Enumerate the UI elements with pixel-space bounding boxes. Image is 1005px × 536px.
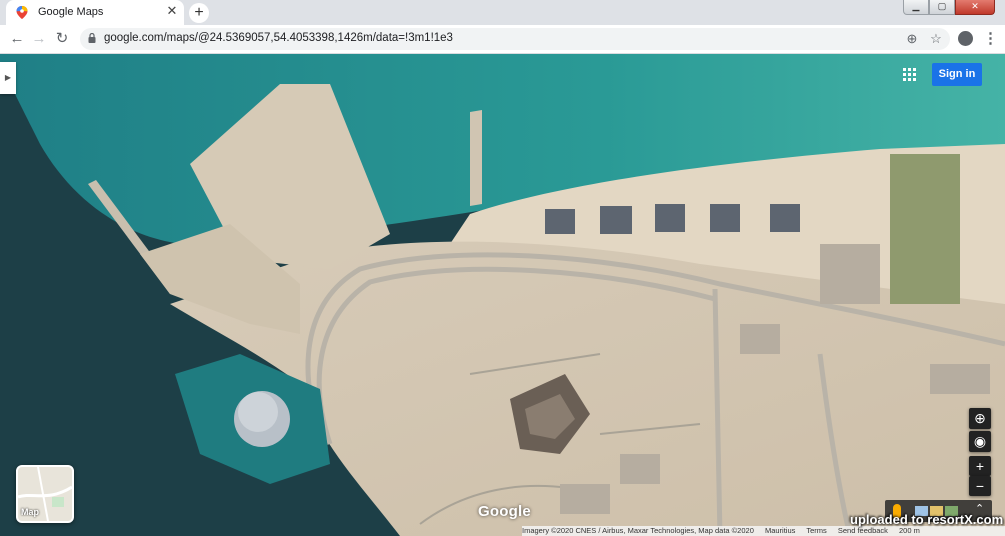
minimize-window-button[interactable]: ▁: [903, 0, 929, 15]
back-arrow-icon[interactable]: ←: [8, 30, 26, 48]
url-text: google.com/maps/@24.5369057,54.4053398,1…: [104, 32, 453, 44]
browser-toolbar: ← → ↻ google.com/maps/@24.5369057,54.405…: [0, 25, 1005, 54]
terms-link[interactable]: Terms: [806, 526, 826, 535]
zoom-in-button[interactable]: +: [969, 456, 991, 476]
profile-avatar-icon[interactable]: [958, 31, 973, 46]
collapse-side-panel-button[interactable]: ▶: [0, 62, 16, 94]
compass-icon[interactable]: ◉: [969, 431, 991, 452]
bookmark-star-icon[interactable]: ☆: [928, 31, 944, 47]
satellite-imagery: [0, 54, 1005, 536]
address-bar[interactable]: google.com/maps/@24.5369057,54.4053398,1…: [80, 28, 950, 50]
browser-tab-bar: Google Maps ✕ + ▁ ▢ ✕: [0, 0, 1005, 25]
resortx-watermark: uploaded to resortX.com: [850, 512, 1004, 527]
sign-in-button[interactable]: Sign in: [932, 63, 982, 86]
window-controls: ▁ ▢ ✕: [903, 0, 995, 15]
new-tab-button[interactable]: +: [189, 3, 209, 23]
map-attribution-bar: Imagery ©2020 CNES / Airbus, Maxar Techn…: [522, 526, 1005, 536]
close-window-button[interactable]: ✕: [955, 0, 995, 15]
globe-view-icon[interactable]: ⊕: [969, 408, 991, 429]
imagery-credit: Imagery ©2020 CNES / Airbus, Maxar Techn…: [522, 526, 754, 535]
tab-title: Google Maps: [38, 6, 104, 18]
satellite-map[interactable]: ▶ Sign in ⊕ ◉ + − Map Google ⌃ Imagery ©…: [0, 54, 1005, 536]
country-link[interactable]: Mauritius: [765, 526, 795, 535]
maximize-window-button[interactable]: ▢: [929, 0, 955, 15]
browser-menu-icon[interactable]: ⋮: [983, 29, 998, 49]
map-layer-toggle[interactable]: Map: [16, 465, 74, 523]
tab-google-maps[interactable]: Google Maps ✕: [6, 0, 184, 25]
map-layer-label: Map: [21, 507, 39, 517]
forward-arrow-icon[interactable]: →: [30, 30, 48, 48]
zoom-indicator-icon[interactable]: ⊕: [904, 31, 920, 47]
scale-label[interactable]: 200 m: [899, 526, 920, 535]
reload-icon[interactable]: ↻: [53, 30, 71, 48]
zoom-out-button[interactable]: −: [969, 476, 991, 496]
google-logo: Google: [478, 503, 531, 520]
send-feedback-link[interactable]: Send feedback: [838, 526, 888, 535]
close-tab-icon[interactable]: ✕: [165, 4, 179, 18]
lock-icon: [88, 33, 96, 43]
google-apps-icon[interactable]: [903, 68, 917, 82]
google-maps-favicon-icon: [16, 6, 28, 19]
